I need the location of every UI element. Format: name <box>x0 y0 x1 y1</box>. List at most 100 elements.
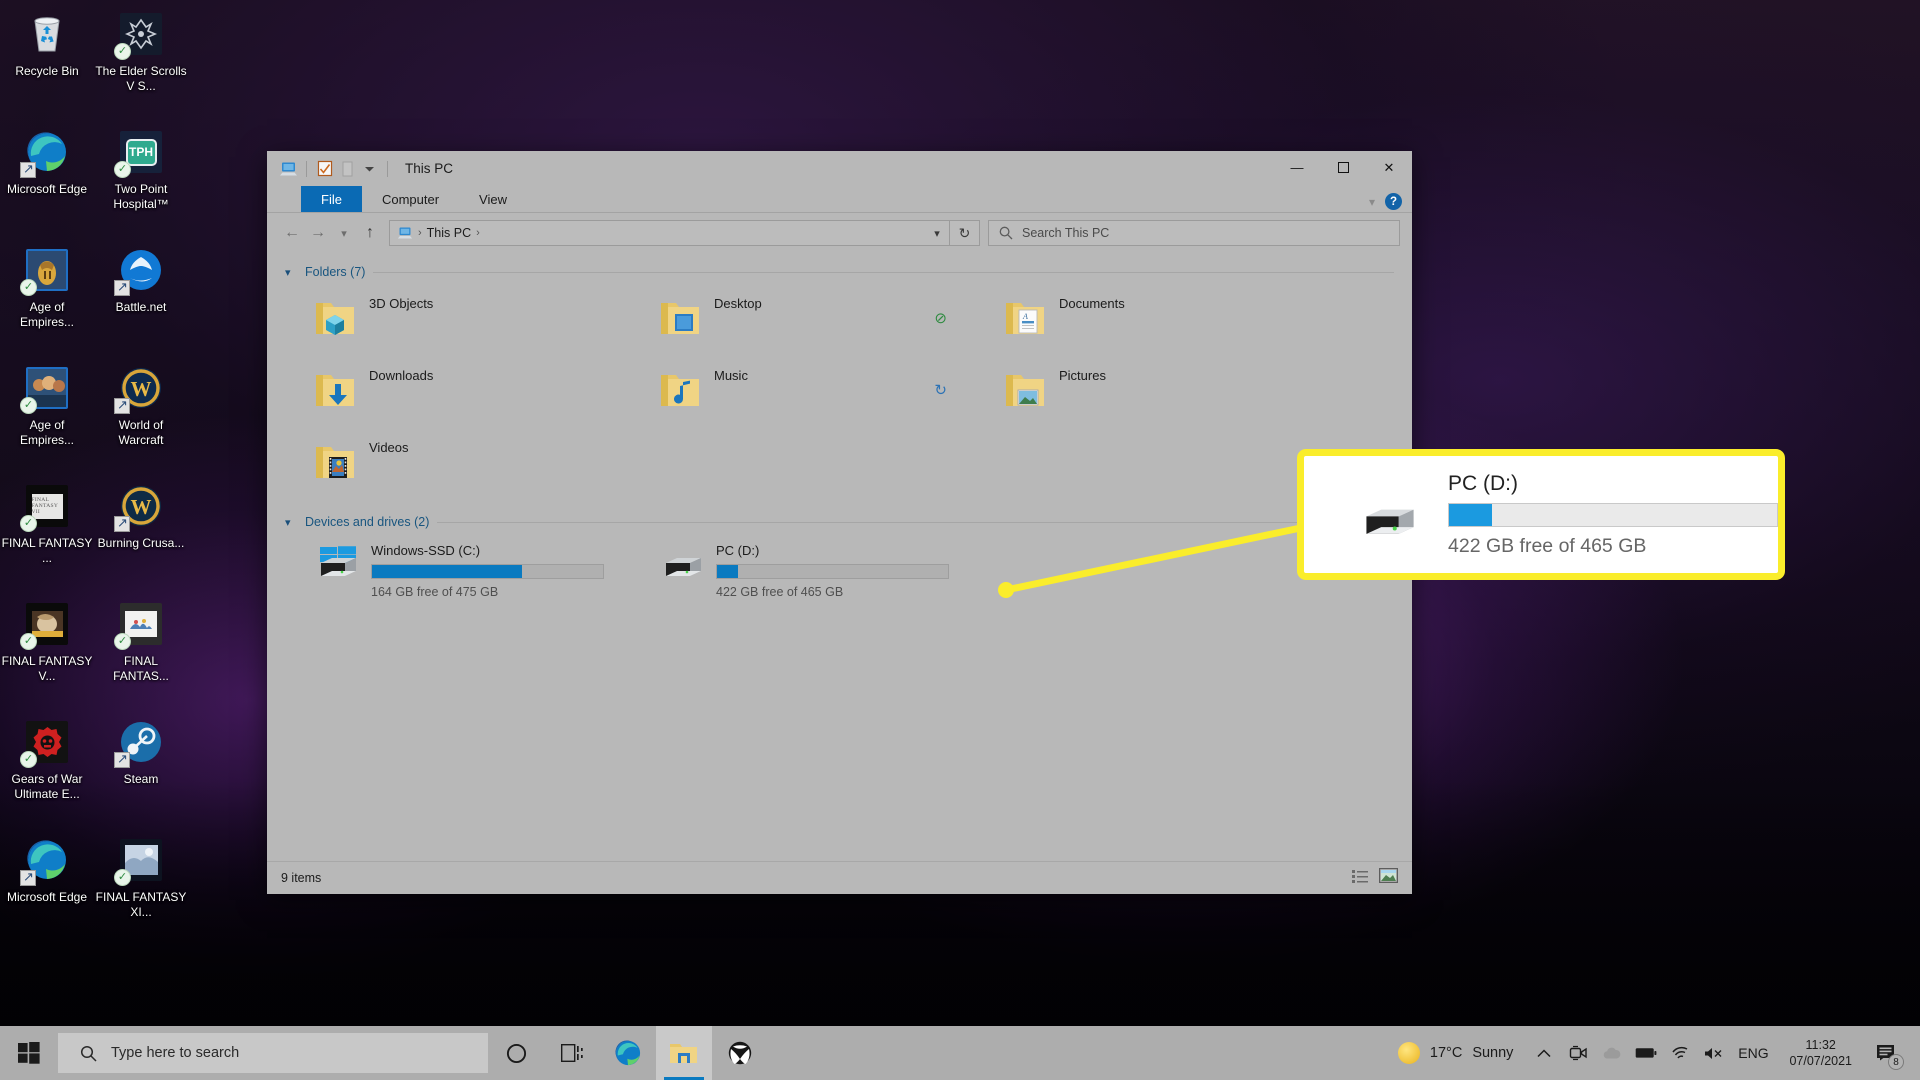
start-button[interactable] <box>0 1026 58 1080</box>
desktop-icon-steam[interactable]: Steam <box>94 712 188 830</box>
taskbar-microsoft-edge-icon[interactable] <box>600 1026 656 1080</box>
desktop-icon-world-of-warcraft[interactable]: W World of Warcraft <box>94 358 188 476</box>
group-title-folders: Folders (7) <box>305 265 365 279</box>
tab-file[interactable]: File <box>301 186 362 212</box>
desktop-icon-battlenet[interactable]: Battle.net <box>94 240 188 358</box>
desktop-icon-label: FINAL FANTAS... <box>95 654 187 683</box>
task-view-icon[interactable] <box>544 1026 600 1080</box>
desktop-icon-skyrim[interactable]: ✓ The Elder Scrolls V S... <box>94 4 188 122</box>
minimize-button[interactable]: — <box>1274 151 1320 184</box>
clock-time: 11:32 <box>1806 1037 1836 1053</box>
drive-usage-bar <box>371 564 604 579</box>
desktop-icon-final-fantasy-viii[interactable]: ✓ FINAL FANTASY V... <box>0 594 94 712</box>
age-of-empires-icon: ✓ <box>23 246 71 294</box>
taskbar-clock[interactable]: 11:32 07/07/2021 <box>1775 1037 1866 1069</box>
chevron-down-icon[interactable]: ▾ <box>285 266 297 279</box>
taskbar-weather[interactable]: 17°C Sunny <box>1384 1042 1528 1064</box>
breadcrumb-this-pc[interactable]: This PC <box>427 226 471 240</box>
drive-item-pc-d[interactable]: PC (D:) 422 GB free of 465 GB <box>658 539 1003 611</box>
folder-item-downloads[interactable]: Downloads <box>313 359 658 421</box>
hard-drive-icon <box>1350 484 1426 546</box>
address-dropdown-icon[interactable]: ▾ <box>925 227 949 240</box>
shortcut-arrow-badge-icon <box>114 398 130 414</box>
taskbar-search-box[interactable]: Type here to search <box>58 1033 488 1073</box>
sync-check-badge-icon: ✓ <box>20 515 37 532</box>
desktop-icon-microsoft-edge[interactable]: Microsoft Edge <box>0 122 94 240</box>
taskbar-file-explorer-icon[interactable] <box>656 1026 712 1080</box>
folder-item-desktop[interactable]: Desktop ⊘ <box>658 287 1003 349</box>
drive-usage-bar <box>716 564 949 579</box>
tab-view[interactable]: View <box>459 186 527 212</box>
back-button[interactable]: ← <box>279 220 305 246</box>
onedrive-icon[interactable] <box>1595 1026 1629 1080</box>
tab-computer[interactable]: Computer <box>362 186 459 212</box>
up-button[interactable]: ↑ <box>357 220 383 246</box>
refresh-button[interactable]: ↻ <box>950 220 980 246</box>
hard-drive-icon <box>658 539 706 585</box>
large-icons-view-icon[interactable] <box>1379 868 1398 888</box>
customize-chevron-down-icon[interactable] <box>358 158 380 180</box>
desktop-icon-two-point-hospital[interactable]: TPH ✓ Two Point Hospital™ <box>94 122 188 240</box>
desktop-icon-burning-crusade[interactable]: W Burning Crusa... <box>94 476 188 594</box>
shortcut-arrow-badge-icon <box>114 516 130 532</box>
group-header-folders[interactable]: ▾ Folders (7) <box>285 265 1394 279</box>
desktop-icon-age-of-empires-2[interactable]: ✓ Age of Empires... <box>0 358 94 476</box>
taskbar-xbox-icon[interactable] <box>712 1026 768 1080</box>
shortcut-arrow-badge-icon <box>114 752 130 768</box>
gears-of-war-icon: ✓ <box>23 718 71 766</box>
desktop-icon-final-fantasy-xiv[interactable]: ✓ FINAL FANTASY XI... <box>94 830 188 948</box>
folder-item-music[interactable]: Music ↻ <box>658 359 1003 421</box>
tray-overflow-chevron-icon[interactable] <box>1527 1026 1561 1080</box>
meet-now-icon[interactable] <box>1561 1026 1595 1080</box>
battery-icon[interactable] <box>1629 1026 1663 1080</box>
help-icon[interactable]: ? <box>1385 193 1402 210</box>
new-folder-icon[interactable] <box>336 158 358 180</box>
volume-muted-icon[interactable] <box>1697 1026 1731 1080</box>
wifi-icon[interactable] <box>1663 1026 1697 1080</box>
steam-icon <box>117 718 165 766</box>
windows-drive-icon <box>313 539 361 585</box>
desktop-icon-final-fantasy-vii[interactable]: FINAL FANTASY VII ✓ FINAL FANTASY ... <box>0 476 94 594</box>
address-bar[interactable]: › This PC › ▾ <box>389 220 950 246</box>
folder-item-videos[interactable]: Videos <box>313 431 658 493</box>
cortana-icon[interactable] <box>488 1026 544 1080</box>
taskbar-search-placeholder: Type here to search <box>111 1045 239 1061</box>
ribbon-expand-chevron-icon[interactable]: ▾ <box>1369 195 1375 209</box>
desktop-icon-age-of-empires[interactable]: ✓ Age of Empires... <box>0 240 94 358</box>
drive-label: Windows-SSD (C:) <box>371 543 604 558</box>
close-button[interactable]: ✕ <box>1366 151 1412 184</box>
group-header-devices[interactable]: ▾ Devices and drives (2) <box>285 515 1394 529</box>
svg-text:A: A <box>1022 312 1028 321</box>
folder-item-pictures[interactable]: Pictures <box>1003 359 1348 421</box>
folder-item-documents[interactable]: A Documents <box>1003 287 1348 349</box>
language-indicator[interactable]: ENG <box>1731 1026 1775 1080</box>
action-center-button[interactable]: 8 <box>1866 1026 1906 1080</box>
3d-objects-folder-icon <box>313 298 357 338</box>
search-box[interactable]: Search This PC <box>988 220 1400 246</box>
recent-locations-button[interactable]: ▾ <box>331 220 357 246</box>
breadcrumb-separator[interactable]: › <box>476 227 480 239</box>
notification-count-badge: 8 <box>1888 1054 1904 1070</box>
folder-item-3d-objects[interactable]: 3D Objects <box>313 287 658 349</box>
window-controls: — ✕ <box>1274 151 1412 184</box>
desktop-icon-label: Microsoft Edge <box>1 890 93 905</box>
explorer-content: ▾ Folders (7) 3D Objects <box>267 253 1412 861</box>
drive-item-windows-ssd[interactable]: Windows-SSD (C:) 164 GB free of 475 GB <box>313 539 658 611</box>
desktop-icon-final-fantasy-ix[interactable]: ✓ FINAL FANTAS... <box>94 594 188 712</box>
desktop-icon-microsoft-edge-2[interactable]: Microsoft Edge <box>0 830 94 948</box>
two-point-hospital-icon: TPH ✓ <box>117 128 165 176</box>
details-view-icon[interactable] <box>1352 869 1369 888</box>
desktop-icon-label: FINAL FANTASY XI... <box>95 890 187 919</box>
final-fantasy-ix-icon: ✓ <box>117 600 165 648</box>
properties-icon[interactable] <box>314 158 336 180</box>
desktop-icon-gears-of-war[interactable]: ✓ Gears of War Ultimate E... <box>0 712 94 830</box>
desktop-icon-label: Age of Empires... <box>1 418 93 447</box>
sync-pending-badge-icon: ↻ <box>934 381 947 399</box>
toolbar-divider <box>387 161 388 177</box>
maximize-button[interactable] <box>1320 151 1366 184</box>
forward-button[interactable]: → <box>305 220 331 246</box>
chevron-down-icon[interactable]: ▾ <box>285 516 297 529</box>
desktop-icon-recycle-bin[interactable]: Recycle Bin <box>0 4 94 122</box>
show-desktop-button[interactable] <box>1906 1026 1914 1080</box>
computer-icon[interactable] <box>277 158 299 180</box>
